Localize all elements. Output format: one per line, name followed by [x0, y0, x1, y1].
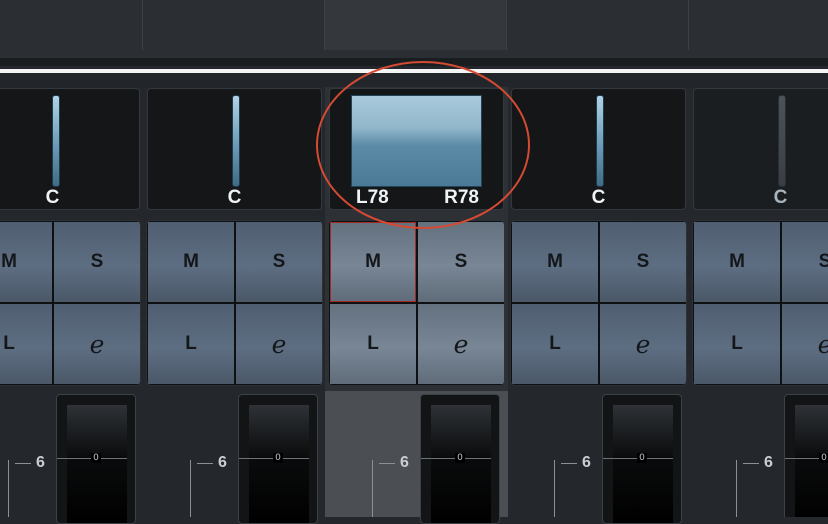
pan-value: C [227, 187, 242, 208]
level-meter: 0 [238, 394, 318, 524]
edit-channel-button[interactable]: e [54, 304, 140, 384]
fader-scale-label: 6 [400, 454, 409, 471]
solo-button[interactable]: S [782, 222, 828, 302]
channel-strip: C M S L e 6 0 [509, 87, 691, 524]
fader-track[interactable] [554, 460, 555, 517]
channel-buttons: M S L e [0, 220, 141, 386]
fader-tick [197, 463, 213, 464]
pan-value: C [773, 187, 788, 208]
level-meter: 0 [56, 394, 136, 524]
solo-button[interactable]: S [600, 222, 686, 302]
fader-tick [561, 463, 577, 464]
pan-right-value: R78 [444, 187, 479, 208]
channel-buttons: M S L e [146, 220, 323, 386]
pan-control[interactable]: C [147, 88, 322, 210]
fader-scale-label: 6 [36, 454, 45, 471]
meter-display [613, 405, 673, 523]
level-meter: 0 [602, 394, 682, 524]
top-toolbar [0, 0, 828, 58]
edit-channel-icon: e [818, 330, 828, 359]
meter-zero-label: 0 [91, 453, 101, 463]
solo-button[interactable]: S [418, 222, 504, 302]
fader-track[interactable] [736, 460, 737, 517]
listen-button[interactable]: L [148, 304, 234, 384]
channel-buttons: M S L e [510, 220, 687, 386]
separator-band [0, 73, 828, 87]
pan-indicator [596, 95, 604, 187]
level-meter: 0 [784, 394, 828, 517]
channel-strip: C M S L e 6 0 [691, 87, 828, 517]
fader-tick [743, 463, 759, 464]
pan-left-value: L78 [356, 187, 389, 208]
stereo-pan-indicator [351, 95, 482, 187]
listen-button[interactable]: L [694, 304, 780, 384]
mute-button[interactable]: M [330, 222, 416, 302]
solo-button[interactable]: S [54, 222, 140, 302]
mute-button[interactable]: M [148, 222, 234, 302]
divider [324, 0, 325, 50]
meter-display [67, 405, 127, 523]
pan-control[interactable]: C [693, 88, 828, 210]
channel-strip: C M S L e 6 0 [0, 87, 145, 524]
level-meter: 0 [420, 394, 500, 524]
mute-button[interactable]: M [694, 222, 780, 302]
mute-button[interactable]: M [0, 222, 52, 302]
fader-scale-label: 6 [218, 454, 227, 471]
channel-strip-selected: L78 R78 M S L e 6 0 [327, 87, 509, 524]
meter-zero-label: 0 [455, 453, 465, 463]
pan-indicator [778, 95, 786, 187]
fader-scale-label: 6 [582, 454, 591, 471]
edit-channel-button[interactable]: e [782, 304, 828, 384]
fader-track[interactable] [372, 460, 373, 517]
pan-value: C [591, 187, 606, 208]
edit-channel-icon: e [89, 329, 105, 359]
stereo-pan-control[interactable]: L78 R78 [329, 88, 504, 210]
fader-track[interactable] [190, 460, 191, 517]
edit-channel-icon: e [271, 329, 287, 359]
edit-channel-button[interactable]: e [418, 304, 504, 384]
selected-top-segment [325, 0, 506, 50]
separator-band [0, 58, 828, 66]
fader-tick [15, 463, 31, 464]
meter-zero-label: 0 [637, 453, 647, 463]
divider [506, 0, 507, 50]
edit-channel-button[interactable]: e [236, 304, 322, 384]
fader-track[interactable] [8, 460, 9, 517]
channel-strip: C M S L e 6 0 [145, 87, 327, 524]
mute-button[interactable]: M [512, 222, 598, 302]
meter-display [249, 405, 309, 523]
fader-scale-label: 6 [764, 454, 773, 471]
pan-indicator [52, 95, 60, 187]
pan-indicator [232, 95, 240, 187]
edit-channel-icon: e [453, 329, 469, 359]
listen-button[interactable]: L [512, 304, 598, 384]
pan-value: C [45, 187, 60, 208]
listen-button[interactable]: L [0, 304, 52, 384]
pan-control[interactable]: C [0, 88, 140, 210]
pan-control[interactable]: C [511, 88, 686, 210]
divider [688, 0, 689, 50]
meter-zero-label: 0 [273, 453, 283, 463]
channel-buttons: M S L e [692, 220, 828, 386]
edit-channel-icon: e [635, 329, 651, 359]
fader-tick [379, 463, 395, 464]
listen-button[interactable]: L [330, 304, 416, 384]
divider [142, 0, 143, 50]
solo-button[interactable]: S [236, 222, 322, 302]
meter-zero-label: 0 [819, 453, 828, 463]
edit-channel-button[interactable]: e [600, 304, 686, 384]
channel-buttons: M S L e [328, 220, 505, 386]
meter-display [431, 405, 491, 523]
